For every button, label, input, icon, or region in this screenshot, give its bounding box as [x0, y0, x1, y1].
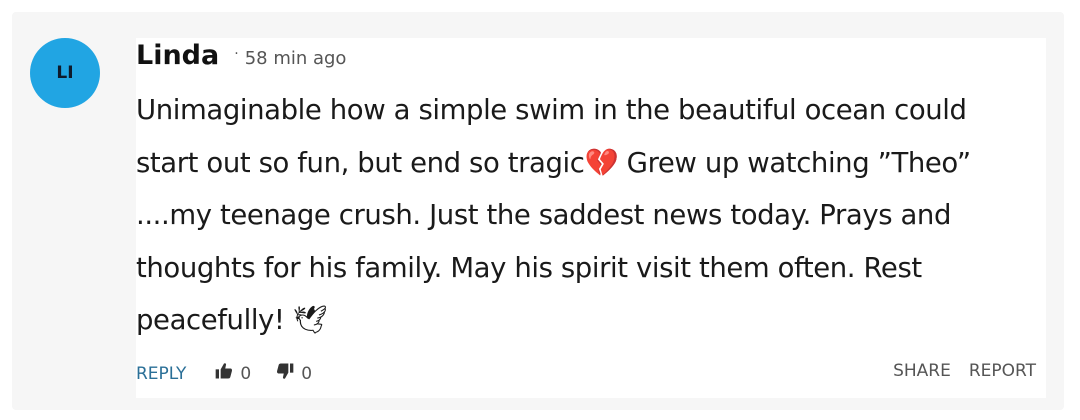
secondary-actions: SHARE REPORT	[893, 361, 1036, 381]
thumbs-down-icon	[275, 361, 301, 386]
upvote-count: 0	[240, 363, 252, 384]
comment-header: Linda · 58 min ago	[136, 40, 346, 71]
share-button[interactable]: SHARE	[893, 361, 951, 381]
comment-text: Unimaginable how a simple swim in the be…	[136, 94, 971, 336]
downvote-button[interactable]: 0	[275, 361, 312, 386]
downvote-count: 0	[301, 363, 313, 384]
report-button[interactable]: REPORT	[969, 361, 1036, 381]
timestamp: 58 min ago	[244, 48, 347, 69]
author-name[interactable]: Linda	[136, 40, 219, 71]
avatar[interactable]: LI	[30, 38, 100, 108]
reply-button[interactable]: REPLY	[136, 364, 186, 384]
separator-dot: ·	[234, 46, 239, 62]
thumbs-up-icon	[214, 361, 240, 386]
upvote-button[interactable]: 0	[214, 361, 251, 386]
comment-actions: REPLY 0 0	[136, 361, 312, 386]
